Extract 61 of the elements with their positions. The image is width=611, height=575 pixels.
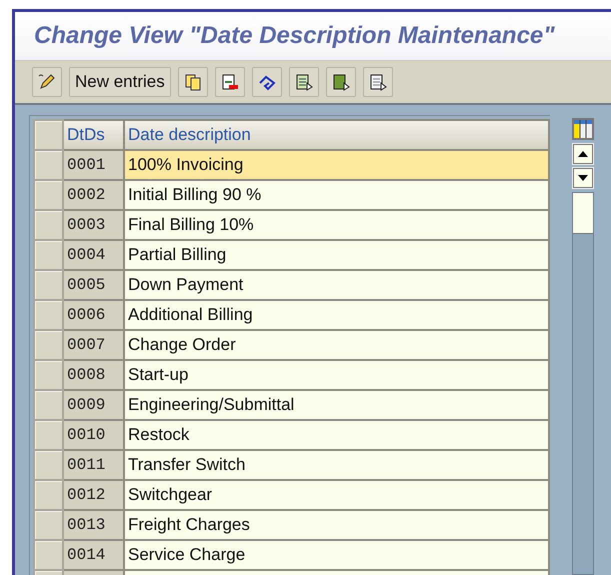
row-selector[interactable] (34, 390, 63, 420)
table-cell: 0008 (63, 360, 124, 390)
input-field[interactable]: Engineering/Submittal (124, 390, 549, 420)
row-selector[interactable] (34, 420, 63, 450)
column-header[interactable]: Date description (124, 120, 549, 150)
table-cell: 0009 (63, 390, 124, 420)
row-selector[interactable] (34, 270, 63, 300)
pencil-icon[interactable] (32, 67, 62, 97)
table-cell: 0007 (63, 330, 124, 360)
table-cell: 0001 (63, 150, 124, 180)
input-field[interactable]: Freight Charges (124, 510, 549, 540)
row-selector[interactable] (34, 300, 63, 330)
input-field[interactable]: Switchgear (124, 480, 549, 510)
row-selector[interactable] (34, 540, 63, 570)
input-field[interactable]: Down Payment (124, 270, 549, 300)
scroll-up-button[interactable] (573, 144, 593, 164)
scrollbar-thumb[interactable] (573, 193, 593, 234)
table-cell: 0010 (63, 420, 124, 450)
window-title: Change View "Date Description Maintenance" (34, 22, 555, 50)
table-cell: 0004 (63, 240, 124, 270)
table-cell: 0014 (63, 540, 124, 570)
row-selector[interactable] (34, 360, 63, 390)
input-field[interactable]: Start-up (124, 360, 549, 390)
table-cell: 0013 (63, 510, 124, 540)
input-field[interactable]: Restock (124, 420, 549, 450)
row-selector[interactable] (34, 210, 63, 240)
row-selector[interactable] (34, 240, 63, 270)
input-field[interactable]: Additional Billing (124, 300, 549, 330)
input-field[interactable]: 100% Invoicing (124, 150, 549, 180)
copy-icon[interactable] (178, 67, 208, 97)
new-entries-button[interactable]: New entries (69, 67, 171, 97)
scroll-down-button[interactable] (573, 168, 593, 188)
undo-icon[interactable] (252, 67, 282, 97)
table-cell: 0003 (63, 210, 124, 240)
deselect-all-icon[interactable] (362, 67, 393, 97)
row-selector[interactable] (34, 330, 63, 360)
input-field[interactable]: Final Billing 10% (124, 210, 549, 240)
table-cell: 0005 (63, 270, 124, 300)
select-block-icon[interactable] (326, 67, 356, 97)
scrollbar-track[interactable] (572, 192, 594, 575)
table-cell: 0011 (63, 450, 124, 480)
select-all-cell[interactable] (34, 120, 63, 150)
table-cell: 0012 (63, 480, 124, 510)
row-selector[interactable] (34, 180, 63, 210)
table-settings-icon[interactable] (572, 118, 594, 140)
table-cell: 0006 (63, 300, 124, 330)
input-field[interactable]: Initial Billing 90 % (124, 180, 549, 210)
select-all-icon[interactable] (288, 67, 319, 97)
up-arrow-icon (578, 151, 588, 157)
input-field[interactable]: Transfer Switch (124, 450, 549, 480)
row-selector[interactable] (34, 150, 63, 180)
delete-row-icon[interactable] (214, 67, 245, 97)
row-selector[interactable] (34, 480, 63, 510)
down-arrow-icon (578, 175, 588, 181)
column-header[interactable]: DtDs (63, 120, 124, 150)
input-field[interactable]: Service Charge (124, 540, 549, 570)
row-selector[interactable] (34, 510, 63, 540)
input-field[interactable]: Partial Billing (124, 240, 549, 270)
table-cell: 0002 (63, 180, 124, 210)
row-selector[interactable] (34, 450, 63, 480)
input-field[interactable]: Change Order (124, 330, 549, 360)
